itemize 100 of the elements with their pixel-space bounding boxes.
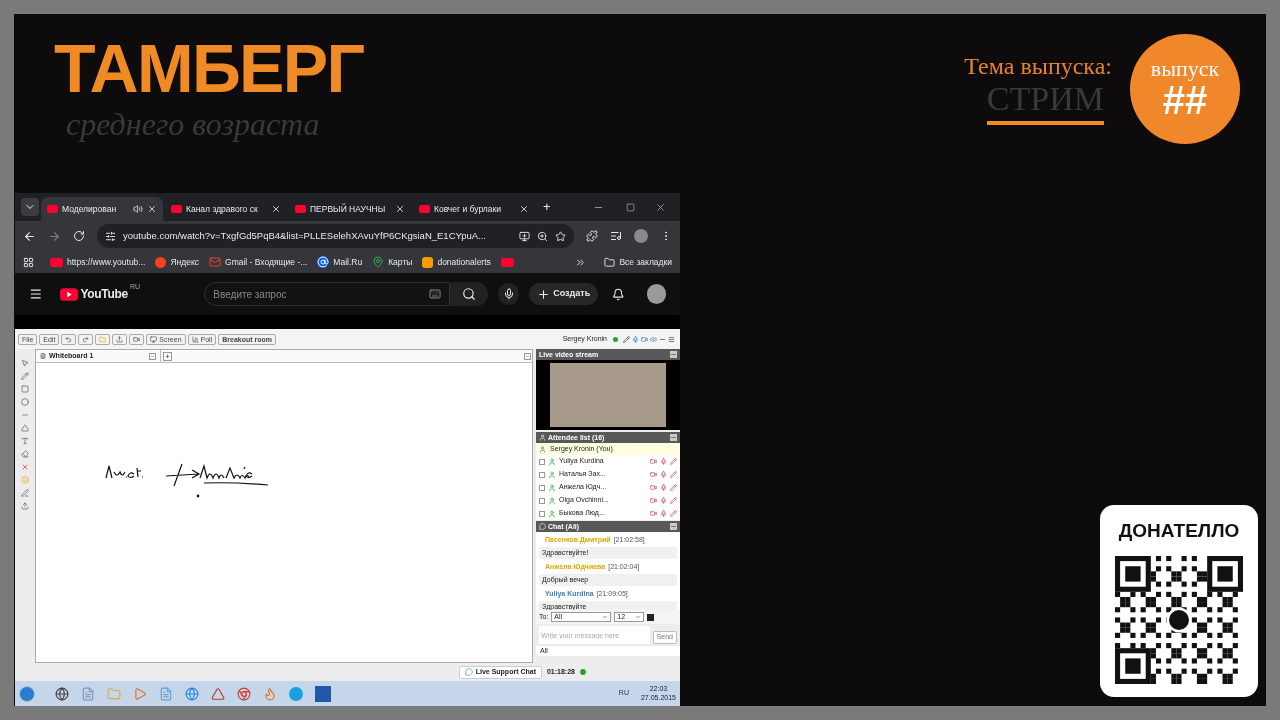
address-bar[interactable]: youtube.com/watch?v=TxgfGd5PqB4&list=PLLESelehXAvuYfP6CKgsiaN_E1CYpuA... — [97, 224, 574, 248]
speaker-icon[interactable] — [650, 335, 657, 343]
keyboard-icon[interactable] — [428, 288, 441, 300]
search-button[interactable] — [449, 282, 489, 306]
media-controls-icon[interactable] — [610, 230, 622, 242]
profile-avatar[interactable] — [634, 229, 648, 243]
play-icon[interactable] — [133, 686, 147, 701]
pencil-icon[interactable] — [670, 471, 677, 478]
pen-icon[interactable] — [21, 489, 29, 497]
color-swatch[interactable] — [647, 613, 655, 621]
new-tab-button[interactable]: + — [537, 197, 557, 217]
back-icon[interactable] — [23, 229, 36, 243]
line-icon[interactable] — [21, 411, 29, 419]
pencil-icon[interactable] — [21, 372, 29, 380]
undo-button[interactable] — [61, 333, 77, 345]
ellipse-icon[interactable] — [21, 398, 29, 406]
microphone-icon[interactable] — [632, 335, 639, 343]
close-tab-icon[interactable] — [519, 204, 529, 214]
all-bookmarks-link[interactable]: Все закладки — [604, 255, 672, 269]
dropdown-icon[interactable] — [524, 352, 531, 360]
pencil-icon[interactable] — [670, 458, 677, 465]
minimize-icon[interactable] — [670, 351, 677, 358]
pencil-icon[interactable] — [670, 510, 677, 517]
microphone-icon[interactable] — [660, 458, 667, 465]
camera-icon[interactable] — [650, 497, 657, 504]
maximize-icon[interactable] — [626, 202, 635, 212]
extensions-icon[interactable] — [586, 230, 598, 242]
triangle-icon[interactable] — [21, 424, 29, 432]
delete-icon[interactable] — [21, 463, 29, 471]
start-orb-icon[interactable] — [19, 685, 35, 702]
bookmark-link[interactable]: donationalerts — [422, 255, 491, 269]
close-tab-icon[interactable] — [395, 204, 405, 214]
record-button[interactable] — [129, 333, 145, 345]
close-icon[interactable] — [655, 201, 666, 213]
install-icon[interactable] — [519, 230, 530, 242]
camera-icon[interactable] — [641, 335, 648, 343]
camera-icon[interactable] — [650, 471, 657, 478]
attendee-checkbox[interactable] — [539, 458, 545, 465]
rectangle-icon[interactable] — [21, 385, 29, 393]
search-field[interactable]: Введите запрос — [204, 282, 450, 306]
create-button[interactable]: Создать — [529, 283, 599, 305]
video-site-logo[interactable]: YouTube $^{RU}$ — [60, 285, 141, 303]
attendee-checkbox[interactable] — [539, 471, 545, 478]
triangle-icon[interactable] — [211, 686, 225, 701]
open-folder-button[interactable] — [95, 333, 111, 345]
upload-icon[interactable] — [21, 502, 29, 510]
account-avatar[interactable] — [646, 284, 666, 304]
camera-icon[interactable] — [650, 458, 657, 465]
pointer-icon[interactable] — [21, 359, 29, 367]
bookmark-link[interactable]: Карты — [372, 255, 413, 269]
reload-icon[interactable] — [73, 230, 85, 242]
close-tab-icon[interactable] — [147, 204, 157, 214]
zoom-icon[interactable] — [537, 230, 548, 242]
voice-search-button[interactable] — [498, 283, 520, 305]
folder-icon — [99, 335, 107, 343]
close-tab-icon[interactable] — [271, 204, 281, 214]
camera-icon[interactable] — [650, 510, 657, 517]
apps-icon[interactable] — [23, 256, 34, 268]
bookmark-link[interactable]: Яндекс — [155, 255, 200, 269]
globe-icon[interactable] — [55, 686, 69, 701]
document-icon[interactable] — [81, 686, 95, 701]
bookmark-link[interactable]: Gmail - Входящие -... — [209, 255, 308, 269]
browser-tab[interactable]: Ковчег и бурлаки — [413, 197, 535, 221]
microphone-icon[interactable] — [660, 484, 667, 491]
eraser-icon[interactable] — [21, 450, 29, 458]
browser-tab[interactable]: ПЕРВЫЙ НАУЧНЫ — [289, 197, 411, 221]
minimize-icon[interactable] — [670, 434, 677, 441]
site-settings-icon — [105, 230, 116, 242]
pencil-icon[interactable] — [670, 497, 677, 504]
attendee-checkbox[interactable] — [539, 510, 545, 517]
notifications-icon[interactable] — [612, 287, 625, 301]
browser-tab[interactable]: Канал здравого ск — [165, 197, 287, 221]
forward-icon[interactable] — [48, 229, 61, 243]
attendee-checkbox[interactable] — [539, 497, 545, 504]
microphone-icon[interactable] — [660, 471, 667, 478]
browser-tab[interactable]: Моделирован — [41, 197, 163, 221]
bookmark-link[interactable]: Mail.Ru — [317, 255, 363, 269]
notepad-icon[interactable] — [159, 686, 173, 701]
camera-icon[interactable] — [650, 484, 657, 491]
mail-icon — [209, 256, 222, 268]
upload-button[interactable] — [112, 333, 128, 345]
bookmark-link[interactable] — [500, 257, 514, 267]
chat-app-icon[interactable] — [289, 686, 303, 701]
minimize-icon[interactable] — [670, 523, 677, 530]
pencil-icon[interactable] — [670, 484, 677, 491]
menu-icon[interactable] — [29, 287, 43, 301]
word-app-icon[interactable] — [315, 685, 331, 702]
redo-button[interactable] — [78, 333, 94, 345]
microphone-icon[interactable] — [660, 497, 667, 504]
attendee-checkbox[interactable] — [539, 484, 545, 491]
bookmark-star-icon[interactable] — [555, 230, 566, 242]
flame-icon[interactable] — [263, 686, 277, 701]
browser-icon[interactable] — [185, 686, 199, 701]
bookmark-link[interactable]: https://www.youtub... — [50, 255, 146, 269]
tab-list-button[interactable] — [21, 198, 39, 216]
chrome-icon[interactable] — [237, 686, 251, 701]
microphone-icon[interactable] — [660, 510, 667, 517]
pencil-icon[interactable] — [623, 335, 630, 343]
user-icon — [539, 434, 546, 441]
text-tool-icon[interactable] — [21, 437, 29, 445]
